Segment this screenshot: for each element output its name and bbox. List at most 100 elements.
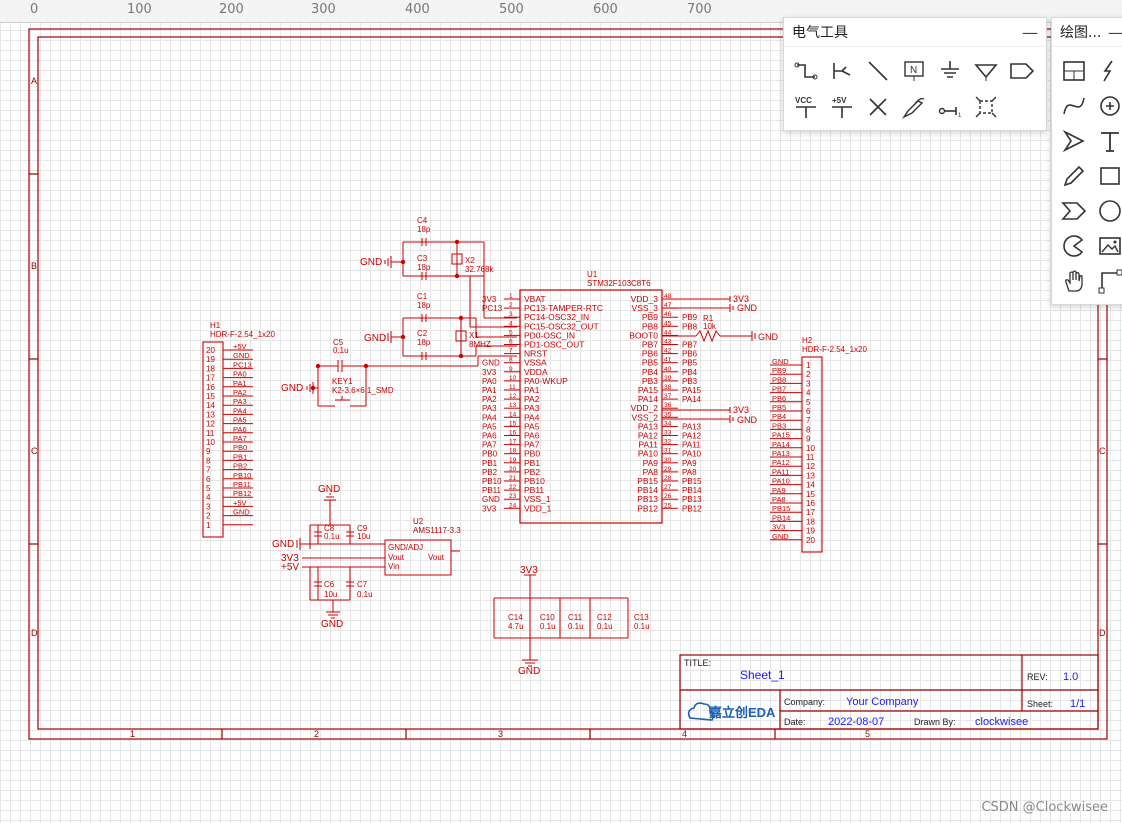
wire-icon[interactable] — [788, 53, 824, 89]
net-label: 3V3 — [482, 504, 497, 513]
plus5v-icon[interactable]: +5V — [824, 89, 860, 125]
ground-icon[interactable] — [932, 53, 968, 89]
u2-pin4: Vout — [428, 553, 445, 562]
c2-value: 18p — [417, 338, 431, 347]
key1-value: K2-3.6×6.1_SMD — [332, 386, 394, 395]
net-port-icon[interactable] — [968, 53, 1004, 89]
net-label: PA8 — [772, 495, 786, 504]
svg-text:1: 1 — [958, 113, 962, 119]
net-label: PB8 — [682, 322, 698, 331]
h1-pin-number: 6 — [206, 475, 211, 484]
title-block[interactable]: TITLE: Sheet_1 REV: 1.0 Company: Your Co… — [679, 654, 1099, 730]
panel-header[interactable]: 绘图... — — [1052, 18, 1122, 47]
panel-header[interactable]: 电气工具 — — [784, 18, 1046, 47]
vcc-icon[interactable]: VCC — [788, 89, 824, 125]
bus-icon[interactable] — [824, 53, 860, 89]
header-h1[interactable]: H1 HDR-F-2.54_1x20 20 +5V19 GND18 PC1317 PA0… — [202, 321, 275, 538]
crystal-circuit[interactable] — [391, 238, 517, 360]
u1-pin-number: 29 — [664, 466, 672, 473]
net-label: PB9 — [682, 313, 698, 322]
net-label: PB5 — [772, 403, 786, 412]
u1-pin-number: 22 — [509, 484, 517, 491]
arc-icon[interactable] — [1056, 228, 1092, 263]
net-label: PA2 — [482, 395, 497, 404]
u1-pin-number: 2 — [509, 302, 513, 309]
arrow-icon[interactable] — [1056, 123, 1092, 158]
rev-value: 1.0 — [1063, 671, 1078, 683]
chevron-shape-icon[interactable] — [1056, 193, 1092, 228]
component-icon[interactable] — [968, 89, 1004, 125]
minimize-button[interactable]: — — [1022, 23, 1038, 42]
zigzag-icon[interactable] — [1092, 53, 1122, 88]
u1-pin-number: 38 — [664, 384, 672, 391]
net-label: PB0 — [233, 443, 247, 452]
net-label: PA13 — [772, 449, 790, 458]
r1-value: 10k — [703, 322, 717, 331]
col-label: 2 — [314, 729, 319, 739]
minimize-button[interactable]: — — [1108, 23, 1122, 42]
net-label: PB4 — [772, 412, 786, 421]
h2-pin-number: 16 — [806, 499, 815, 508]
h1-pin-number: 13 — [206, 410, 215, 419]
net-label: PA12 — [682, 432, 702, 441]
h1-pin-number: 15 — [206, 392, 215, 401]
net-label: GND — [233, 508, 250, 517]
ellipse-icon[interactable] — [1092, 193, 1122, 228]
net-label: +5V — [233, 342, 247, 351]
company-label: Company: — [784, 697, 825, 707]
net-label-icon[interactable]: N — [896, 53, 932, 89]
text-icon[interactable] — [1092, 123, 1122, 158]
u1-pin-number: 8 — [509, 357, 513, 364]
no-connect-icon[interactable] — [860, 89, 896, 125]
pencil-icon[interactable] — [1056, 158, 1092, 193]
col-label: 3 — [498, 729, 503, 739]
u1-pin-number: 36 — [664, 402, 672, 409]
u1-pin-number: 42 — [664, 348, 672, 355]
circle-plus-icon[interactable] — [1092, 88, 1122, 123]
probe-icon[interactable] — [896, 89, 932, 125]
net-flag-icon[interactable] — [1004, 53, 1040, 89]
header-h2[interactable]: H2 HDR-F-2.54_1x20 1 GND 2 PB9 3 PB8 4 PB7 5 PB6 6… — [770, 336, 867, 553]
c4-value: 18p — [417, 225, 431, 234]
gnd-label: GND — [518, 666, 540, 677]
net-label: PB2 — [233, 462, 247, 471]
csdn-watermark: CSDN @Clockwisee — [981, 800, 1108, 815]
key1-ref: KEY1 — [332, 377, 353, 386]
rectangle-icon[interactable] — [1092, 158, 1122, 193]
pin-icon[interactable]: 1 — [932, 89, 968, 125]
image-icon[interactable] — [1092, 228, 1122, 263]
sheet-title: Sheet_1 — [740, 668, 785, 682]
u1-pin-number: 15 — [509, 420, 517, 427]
net-label: PA7 — [233, 434, 247, 443]
net-label: PB7 — [682, 341, 698, 350]
net-label: GND — [233, 351, 250, 360]
hand-icon[interactable] — [1056, 263, 1092, 298]
electrical-tools-panel[interactable]: 电气工具 — N VCC +5V 1 — [783, 17, 1047, 131]
c1-value: 18p — [417, 301, 431, 310]
u1-pin-number: 27 — [664, 484, 672, 491]
gnd-label: GND — [360, 257, 382, 268]
bezier-icon[interactable] — [1056, 88, 1092, 123]
c13-value: 0.1u — [634, 622, 650, 631]
polyline-icon[interactable] — [1092, 263, 1122, 298]
h2-pin-number: 19 — [806, 527, 815, 536]
date-value: 2022-08-07 — [828, 716, 884, 728]
col-label: 1 — [130, 729, 135, 739]
row-label: A — [31, 76, 37, 86]
net-label: PB15 — [772, 504, 790, 513]
u1-pin-number: 7 — [509, 348, 513, 355]
net-label: PA10 — [772, 477, 790, 486]
u1-part: STM32F103C8T6 — [587, 279, 651, 288]
x1-value: 8MHZ — [469, 340, 491, 349]
c13-ref: C13 — [634, 613, 649, 622]
line-icon[interactable] — [860, 53, 896, 89]
drawing-tools-panel[interactable]: 绘图... — — [1051, 17, 1122, 305]
net-label: PC13 — [482, 304, 503, 313]
c3-ref: C3 — [417, 254, 428, 263]
c4-ref: C4 — [417, 216, 428, 225]
table-icon[interactable] — [1056, 53, 1092, 88]
net-label: GND — [482, 495, 500, 504]
net-label: PA0 — [233, 370, 247, 379]
net-label: 3V3 — [482, 368, 497, 377]
net-label: PB3 — [682, 377, 698, 386]
